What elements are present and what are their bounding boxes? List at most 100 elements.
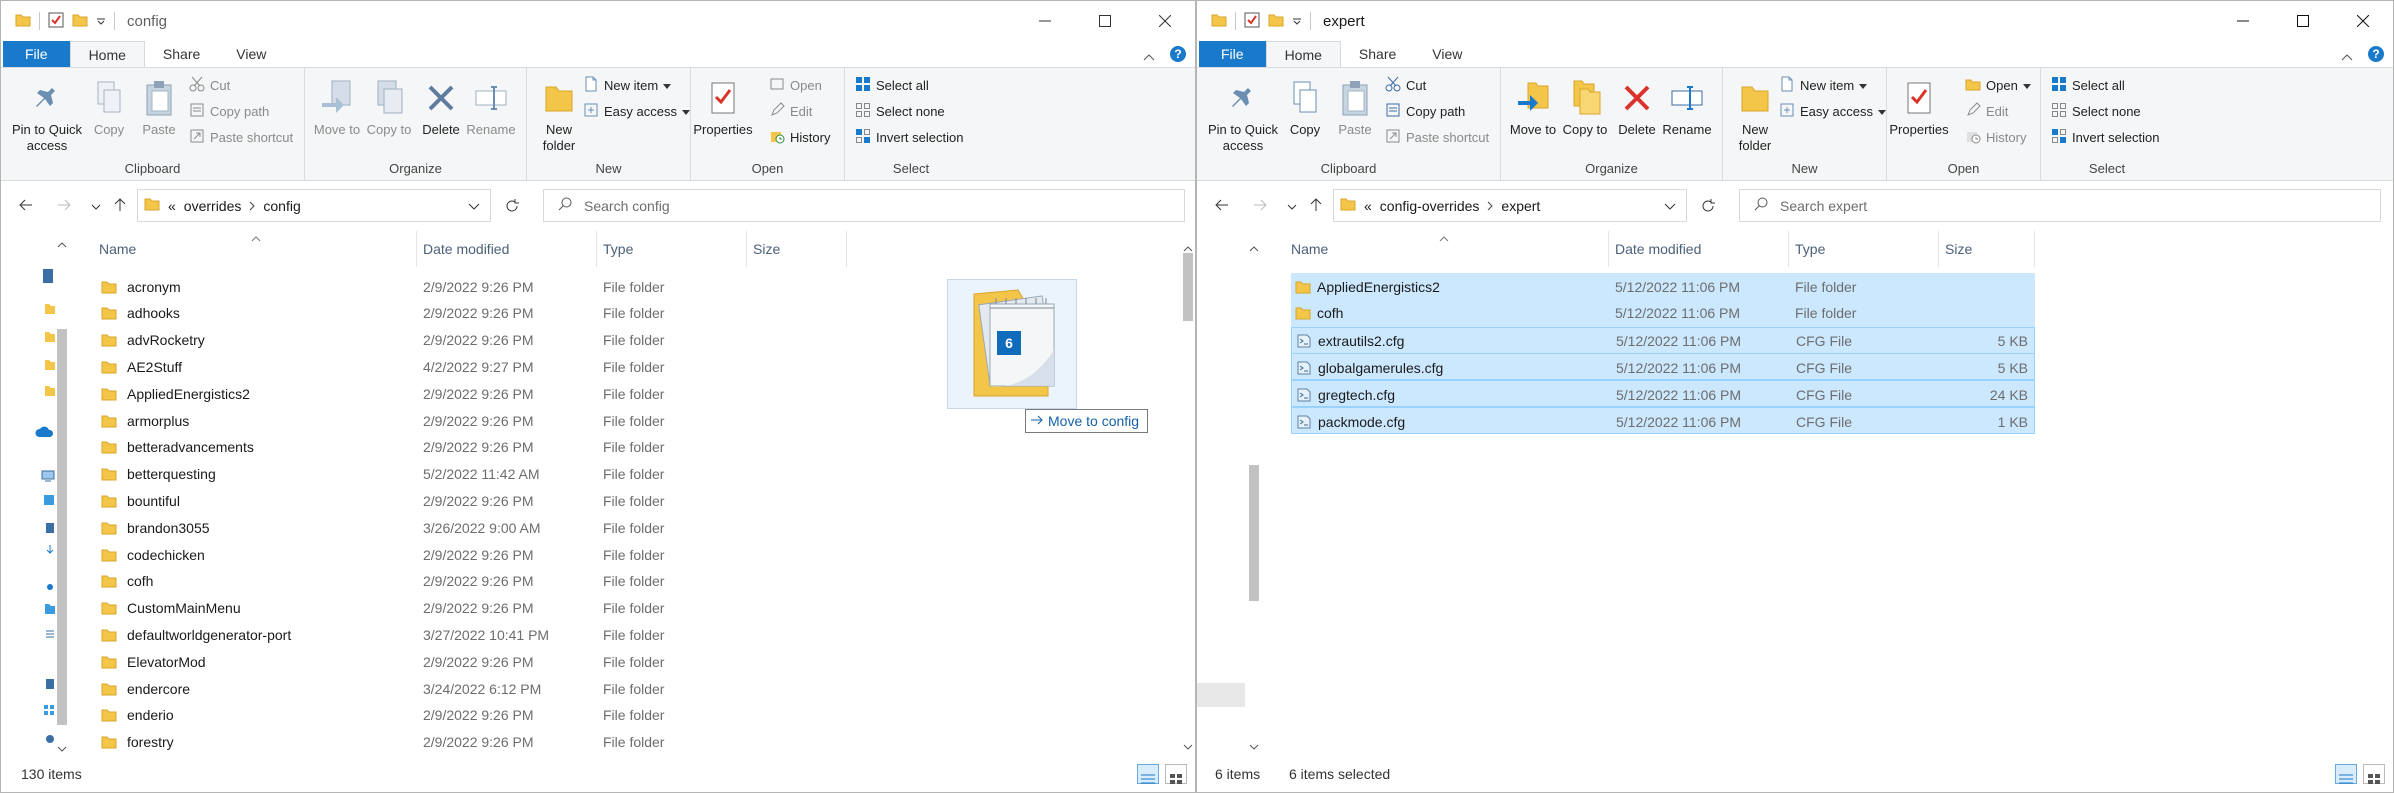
collapse-ribbon-icon[interactable] [1143, 48, 1155, 64]
cut-button[interactable]: Cut [1385, 74, 1426, 96]
search-box[interactable]: Search config [543, 189, 1185, 222]
edit-button[interactable]: Edit [769, 100, 812, 122]
move-to-button[interactable]: Move to [307, 74, 367, 138]
column-header-name[interactable]: Name [87, 231, 417, 267]
easy-access-button[interactable]: Easy access [1779, 100, 1886, 122]
nav-scrollbar-thumb[interactable] [57, 329, 67, 725]
table-row[interactable]: bountiful 2/9/2022 9:26 PM File folder [87, 487, 847, 514]
table-row[interactable]: adhooks 2/9/2022 9:26 PM File folder [87, 300, 847, 327]
table-row[interactable]: betterquesting 5/2/2022 11:42 AM File fold… [87, 461, 847, 488]
tab-share[interactable]: Share [1341, 41, 1414, 67]
recent-locations-button[interactable] [1281, 195, 1303, 217]
paste-button[interactable]: Paste [1325, 74, 1385, 138]
scroll-down-arrow[interactable] [57, 739, 67, 755]
chevron-down-icon[interactable] [1292, 13, 1302, 29]
properties-button[interactable]: Properties [693, 74, 753, 138]
close-button[interactable] [1135, 1, 1195, 41]
invert-selection-button[interactable]: Invert selection [2051, 126, 2159, 148]
open-button[interactable]: Open [769, 74, 822, 96]
up-button[interactable] [109, 195, 131, 217]
forward-button[interactable] [1249, 195, 1271, 217]
breadcrumb-overrides[interactable]: overrides [184, 198, 242, 214]
back-button[interactable] [15, 195, 37, 217]
table-row[interactable]: AppliedEnergistics2 5/12/2022 11:06 PM Fil… [1291, 273, 2035, 300]
new-folder-quick-icon[interactable] [1268, 13, 1284, 30]
table-row[interactable]: forestry 2/9/2022 9:26 PM File folder [87, 729, 847, 756]
breadcrumb-config-overrides[interactable]: config-overrides [1380, 198, 1480, 214]
table-row[interactable]: cofh 5/12/2022 11:06 PM File folder [1291, 299, 2035, 327]
table-row[interactable]: AppliedEnergistics2 2/9/2022 9:26 PM File … [87, 380, 847, 407]
up-button[interactable] [1305, 195, 1327, 217]
table-row[interactable]: AE2Stuff 4/2/2022 9:27 PM File folder [87, 353, 847, 380]
title-bar[interactable]: config [1, 1, 1195, 41]
table-row[interactable]: brandon3055 3/26/2022 9:00 AM File folder [87, 514, 847, 541]
table-row[interactable]: gregtech.cfg 5/12/2022 11:06 PM CFG File 24… [1291, 380, 2035, 408]
close-button[interactable] [2333, 1, 2393, 41]
tab-view[interactable]: View [218, 41, 284, 67]
help-icon[interactable]: ? [1169, 45, 1187, 66]
history-button[interactable]: History [1965, 126, 2026, 148]
chevron-down-icon[interactable] [96, 13, 106, 29]
table-row[interactable]: codechicken 2/9/2022 9:26 PM File folder [87, 541, 847, 568]
address-dropdown-icon[interactable] [1664, 198, 1676, 214]
table-row[interactable]: advRocketry 2/9/2022 9:26 PM File folder [87, 327, 847, 354]
details-view-button[interactable] [1137, 764, 1159, 784]
open-button[interactable]: Open [1965, 74, 2031, 96]
collapse-ribbon-icon[interactable] [2341, 48, 2353, 64]
new-item-button[interactable]: New item [1779, 74, 1868, 96]
new-folder-button[interactable]: New folder [529, 74, 589, 154]
onedrive-icon[interactable] [35, 425, 55, 441]
column-header-type[interactable]: Type [1789, 231, 1939, 267]
rename-button[interactable]: Rename [461, 74, 521, 138]
nav-scrollbar-thumb[interactable] [1249, 465, 1259, 601]
nav-pane-scrollbar[interactable] [1245, 231, 1263, 759]
nav-item-icon[interactable] [43, 269, 53, 286]
tab-file[interactable]: File [1199, 41, 1266, 67]
copy-to-button[interactable]: Copy to [1555, 74, 1615, 138]
tab-file[interactable]: File [3, 41, 70, 67]
new-folder-quick-icon[interactable] [72, 13, 88, 30]
column-header-date[interactable]: Date modified [1609, 231, 1789, 267]
edit-button[interactable]: Edit [1965, 100, 2008, 122]
easy-access-button[interactable]: Easy access [583, 100, 690, 122]
refresh-button[interactable] [499, 194, 525, 220]
scroll-down-arrow[interactable] [1249, 737, 1259, 753]
copy-path-button[interactable]: Copy path [1385, 100, 1465, 122]
tab-share[interactable]: Share [145, 41, 218, 67]
cut-button[interactable]: Cut [189, 74, 230, 96]
tab-view[interactable]: View [1414, 41, 1480, 67]
breadcrumb-config[interactable]: config [263, 198, 300, 214]
file-list[interactable]: Name Date modified Type Size AppliedEner… [1291, 231, 2375, 759]
table-row[interactable]: armorplus 2/9/2022 9:26 PM File folder [87, 407, 847, 434]
column-header-size[interactable]: Size [1939, 231, 2035, 267]
history-button[interactable]: History [769, 126, 830, 148]
navigation-pane[interactable] [1, 231, 55, 759]
table-row[interactable]: ElevatorMod 2/9/2022 9:26 PM File folder [87, 648, 847, 675]
back-button[interactable] [1211, 195, 1233, 217]
file-list-scrollbar-thumb[interactable] [1183, 253, 1193, 321]
minimize-button[interactable] [1015, 1, 1075, 41]
new-item-button[interactable]: New item [583, 74, 672, 96]
table-row[interactable]: betteradvancements 2/9/2022 9:26 PM File f… [87, 434, 847, 461]
properties-button[interactable]: Properties [1889, 74, 1949, 138]
breadcrumb-overflow[interactable]: « [168, 198, 176, 214]
title-bar[interactable]: expert [1197, 1, 2393, 41]
address-dropdown-icon[interactable] [468, 198, 480, 214]
details-view-button[interactable] [2335, 764, 2357, 784]
table-row[interactable]: endercore 3/24/2022 6:12 PM File folder [87, 675, 847, 702]
column-header-name[interactable]: Name [1291, 231, 1609, 267]
select-all-button[interactable]: Select all [855, 74, 929, 96]
move-to-button[interactable]: Move to [1503, 74, 1563, 138]
nav-pane-hover[interactable] [1197, 683, 1245, 707]
minimize-button[interactable] [2213, 1, 2273, 41]
file-list-scrollbar[interactable] [2377, 231, 2393, 759]
select-none-button[interactable]: Select none [855, 100, 945, 122]
table-row[interactable]: acronym 2/9/2022 9:26 PM File folder [87, 273, 847, 300]
address-bar[interactable]: « config-overrides expert [1333, 189, 1687, 222]
table-row[interactable]: packmode.cfg 5/12/2022 11:06 PM CFG File 1 … [1291, 407, 2035, 434]
file-list-scrollbar[interactable] [1179, 231, 1195, 759]
invert-selection-button[interactable]: Invert selection [855, 126, 963, 148]
tab-home[interactable]: Home [69, 41, 145, 67]
maximize-button[interactable] [1075, 1, 1135, 41]
column-header-size[interactable]: Size [747, 231, 847, 267]
